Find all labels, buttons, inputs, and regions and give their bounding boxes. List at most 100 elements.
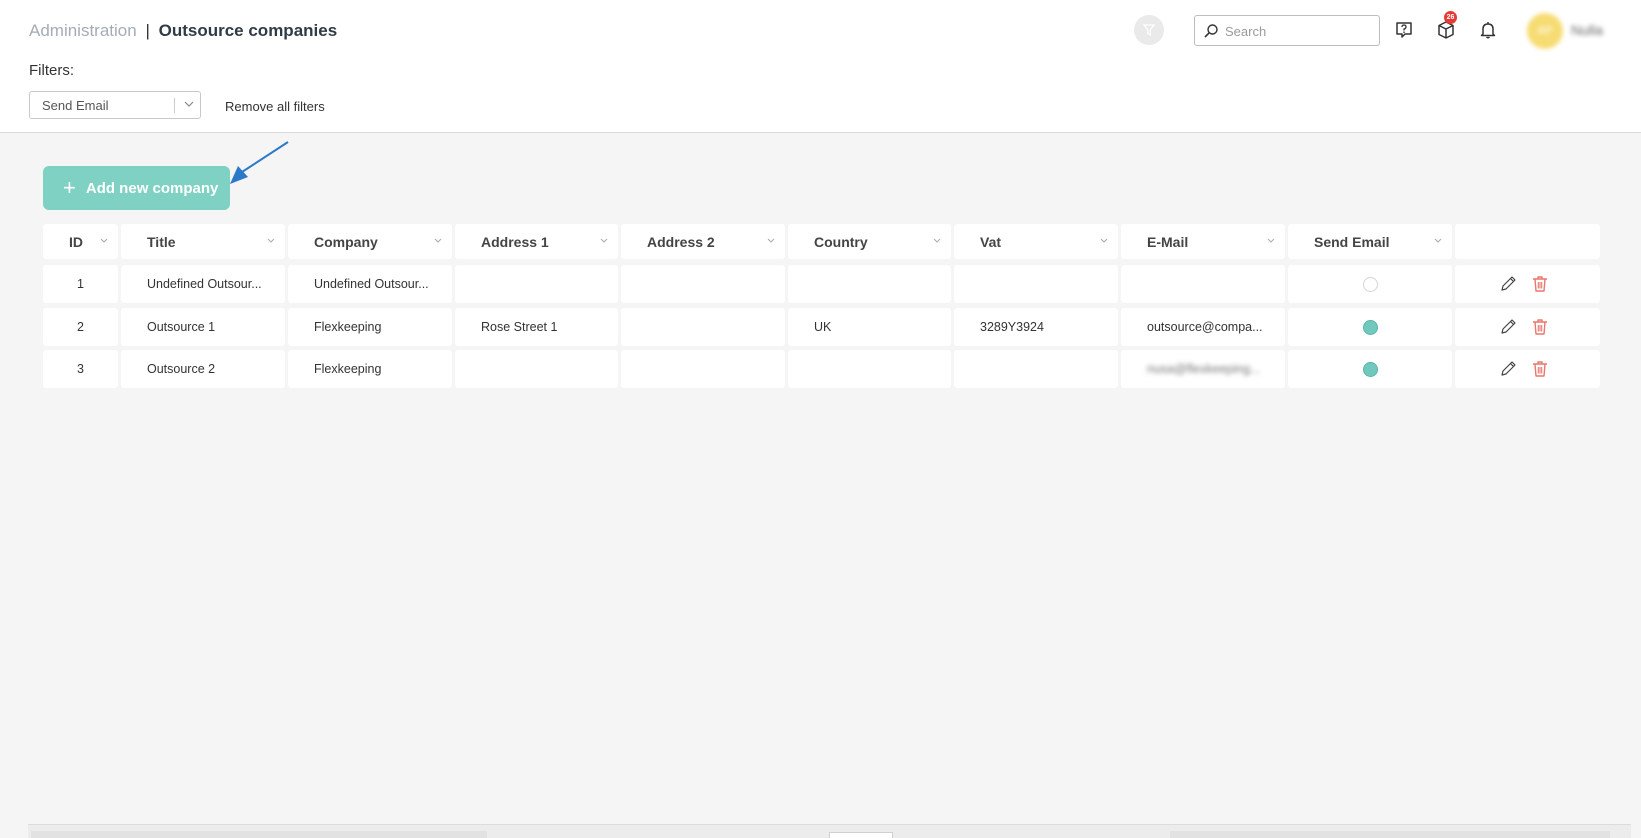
pagination-bar [28, 824, 1631, 838]
trash-icon[interactable] [1530, 274, 1550, 294]
company-cell-text: Flexkeeping [314, 362, 382, 376]
select-divider [174, 98, 175, 113]
filters-label: Filters: [29, 62, 74, 79]
scroll-track-right [1170, 831, 1610, 838]
chevron-down-icon[interactable] [1099, 236, 1109, 246]
column-header-label: E-Mail [1147, 233, 1189, 250]
chevron-down-icon[interactable] [433, 236, 443, 246]
column-header[interactable] [1455, 224, 1600, 259]
table-row[interactable]: 3 Outsource 2 Flexkeeping nusa@flexkeeping.… [43, 350, 1600, 388]
column-header-label: Country [814, 233, 868, 250]
column-header-label: Company [314, 233, 378, 250]
table-row[interactable]: 1 Undefined Outsour... Undefined Outsour..… [43, 265, 1600, 303]
filter-select[interactable]: Send Email [29, 91, 201, 119]
pencil-icon[interactable] [1498, 274, 1518, 294]
email-cell [1121, 265, 1285, 303]
add-new-company-label: Add new company [85, 179, 219, 197]
notifications-button[interactable] [1475, 17, 1501, 43]
send-email-cell [1288, 350, 1452, 388]
column-header[interactable]: Address 2 [621, 224, 785, 259]
title-cell: Outsource 1 [121, 308, 285, 346]
send-email-toggle[interactable] [1362, 319, 1378, 335]
send-email-toggle[interactable] [1362, 361, 1378, 377]
column-header-label: Vat [980, 233, 1002, 250]
plus-icon: + [63, 175, 76, 200]
country-cell-text: UK [814, 320, 832, 334]
chevron-down-icon[interactable] [1266, 236, 1276, 246]
email-cell-text: nusa@flexkeeping... [1147, 362, 1261, 376]
breadcrumb: Administration | Outsource companies [29, 21, 337, 41]
vat-cell [954, 350, 1118, 388]
company-cell-text: Undefined Outsour... [314, 277, 429, 291]
vat-cell: 3289Y3924 [954, 308, 1118, 346]
company-cell-text: Flexkeeping [314, 320, 382, 334]
add-new-company-button[interactable]: + Add new company [43, 166, 230, 210]
pencil-icon[interactable] [1498, 359, 1518, 379]
avatar[interactable]: AP [1527, 13, 1563, 49]
country-cell [788, 265, 951, 303]
filter-toggle-button[interactable] [1134, 15, 1164, 45]
actions-cell [1455, 350, 1600, 388]
company-cell: Flexkeeping [288, 308, 452, 346]
address2-cell [621, 350, 785, 388]
address1-cell [455, 265, 618, 303]
column-header-label: ID [69, 233, 83, 250]
remove-all-filters-link[interactable]: Remove all filters [225, 99, 325, 114]
trash-icon[interactable] [1530, 359, 1550, 379]
address2-cell [621, 265, 785, 303]
chevron-down-icon[interactable] [266, 236, 276, 246]
column-header[interactable]: ID [43, 224, 118, 259]
user-name[interactable]: Nulla [1571, 22, 1603, 38]
company-cell: Undefined Outsour... [288, 265, 452, 303]
column-header[interactable]: Title [121, 224, 285, 259]
chevron-down-icon[interactable] [932, 236, 942, 246]
top-bar: Administration | Outsource companies Fil… [0, 0, 1641, 133]
help-icon [1396, 22, 1412, 38]
search-box[interactable] [1194, 15, 1380, 46]
chevron-down-icon [184, 101, 194, 107]
id-cell: 3 [43, 350, 118, 388]
column-header[interactable]: Company [288, 224, 452, 259]
table-header-row: ID Title Company Address 1 Address 2 Country V… [43, 224, 1600, 262]
funnel-icon [1142, 24, 1156, 37]
column-header-label: Send Email [1314, 233, 1390, 250]
address2-cell [621, 308, 785, 346]
annotation-arrow-icon [230, 141, 289, 184]
email-cell-text: outsource@compa... [1147, 320, 1263, 334]
search-input[interactable] [1225, 21, 1373, 41]
send-email-toggle[interactable] [1362, 276, 1378, 292]
chevron-down-icon[interactable] [599, 236, 609, 246]
address1-cell [455, 350, 618, 388]
column-header-label: Title [147, 233, 176, 250]
trash-icon[interactable] [1530, 317, 1550, 337]
title-cell-text: Undefined Outsour... [147, 277, 262, 291]
company-cell: Flexkeeping [288, 350, 452, 388]
breadcrumb-parent[interactable]: Administration [29, 21, 137, 40]
column-header[interactable]: Address 1 [455, 224, 618, 259]
search-icon [1204, 24, 1218, 38]
column-header[interactable]: Send Email [1288, 224, 1452, 259]
title-cell-text: Outsource 2 [147, 362, 216, 376]
help-button[interactable] [1391, 17, 1417, 43]
pencil-icon[interactable] [1498, 317, 1518, 337]
column-header[interactable]: Vat [954, 224, 1118, 259]
title-cell: Outsource 2 [121, 350, 285, 388]
page-title: Outsource companies [158, 21, 338, 40]
table-row[interactable]: 2 Outsource 1 Flexkeeping Rose Street 1 UK 32… [43, 308, 1600, 346]
column-header-label: Address 2 [647, 233, 715, 250]
column-header-label: Address 1 [481, 233, 549, 250]
vat-cell-text: 3289Y3924 [980, 320, 1044, 334]
chevron-down-icon[interactable] [99, 236, 109, 246]
chevron-down-icon[interactable] [766, 236, 776, 246]
column-header[interactable]: E-Mail [1121, 224, 1285, 259]
column-header[interactable]: Country [788, 224, 951, 259]
country-cell: UK [788, 308, 951, 346]
actions-cell [1455, 308, 1600, 346]
id-cell: 1 [43, 265, 118, 303]
horizontal-scrollbar[interactable] [31, 831, 487, 838]
title-cell-text: Outsource 1 [147, 320, 216, 334]
page-size-select[interactable] [829, 832, 893, 838]
chevron-down-icon[interactable] [1433, 236, 1443, 246]
send-email-cell [1288, 265, 1452, 303]
send-email-cell [1288, 308, 1452, 346]
